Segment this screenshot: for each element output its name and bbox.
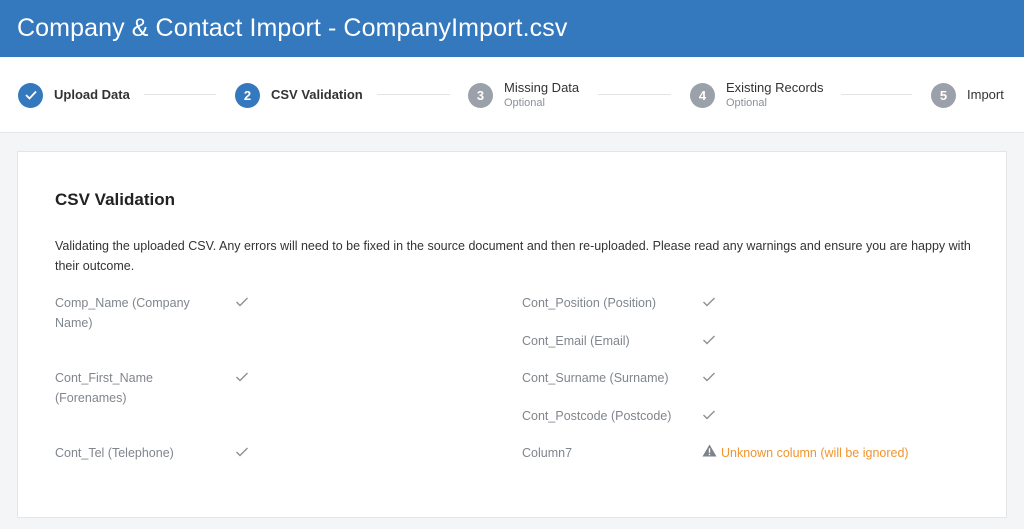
step-label: Upload Data (54, 87, 130, 102)
page-title: Company & Contact Import - CompanyImport… (17, 14, 568, 42)
field-column7: Column7 (522, 446, 573, 460)
check-icon (702, 334, 716, 346)
check-icon (235, 371, 249, 383)
warning-text: Unknown column (will be ignored) (721, 446, 909, 460)
field-cont-tel: Cont_Tel (Telephone) (55, 446, 174, 460)
step-label: Missing Data (504, 80, 580, 95)
check-icon (235, 446, 249, 458)
step-csv-validation[interactable]: 2 CSV Validation (235, 57, 363, 133)
check-icon (702, 371, 716, 383)
card-title: CSV Validation (55, 190, 175, 209)
page-header: Company & Contact Import - CompanyImport… (0, 0, 1024, 57)
check-icon (235, 296, 249, 308)
step-existing-records[interactable]: 4 Existing Records Optional (690, 57, 824, 133)
field-cont-email: Cont_Email (Email) (522, 334, 630, 348)
step-number: 4 (690, 82, 715, 108)
warning-icon (702, 444, 717, 462)
validation-card: CSV Validation Validating the uploaded C… (17, 151, 1007, 518)
step-number: 5 (931, 82, 956, 108)
step-sublabel: Optional (504, 97, 545, 109)
card-description: Validating the uploaded CSV. Any errors … (55, 239, 971, 273)
step-label: Existing Records (726, 80, 824, 95)
step-label: Import (967, 87, 1004, 102)
step-upload-data[interactable]: Upload Data (18, 57, 130, 133)
step-missing-data[interactable]: 3 Missing Data Optional (468, 57, 579, 133)
step-import[interactable]: 5 Import (931, 57, 1004, 133)
check-icon (702, 409, 716, 421)
field-cont-surname: Cont_Surname (Surname) (522, 371, 669, 385)
check-icon (702, 296, 716, 308)
step-connector (841, 94, 912, 95)
import-stepper: Upload Data 2 CSV Validation 3 Missing D… (0, 57, 1024, 133)
step-label: CSV Validation (271, 87, 363, 102)
warning-message: Unknown column (will be ignored) (702, 443, 909, 463)
field-comp-name: Comp_Name (Company Name) (55, 296, 190, 330)
field-cont-position: Cont_Position (Position) (522, 296, 657, 310)
step-number: 2 (235, 82, 260, 108)
step-connector (377, 94, 450, 95)
step-sublabel: Optional (726, 97, 767, 109)
check-icon (18, 82, 43, 108)
step-connector (144, 94, 216, 95)
step-connector (598, 94, 671, 95)
step-number: 3 (468, 82, 493, 108)
field-cont-postcode: Cont_Postcode (Postcode) (522, 409, 672, 423)
field-cont-first-name: Cont_First_Name (Forenames) (55, 371, 153, 405)
